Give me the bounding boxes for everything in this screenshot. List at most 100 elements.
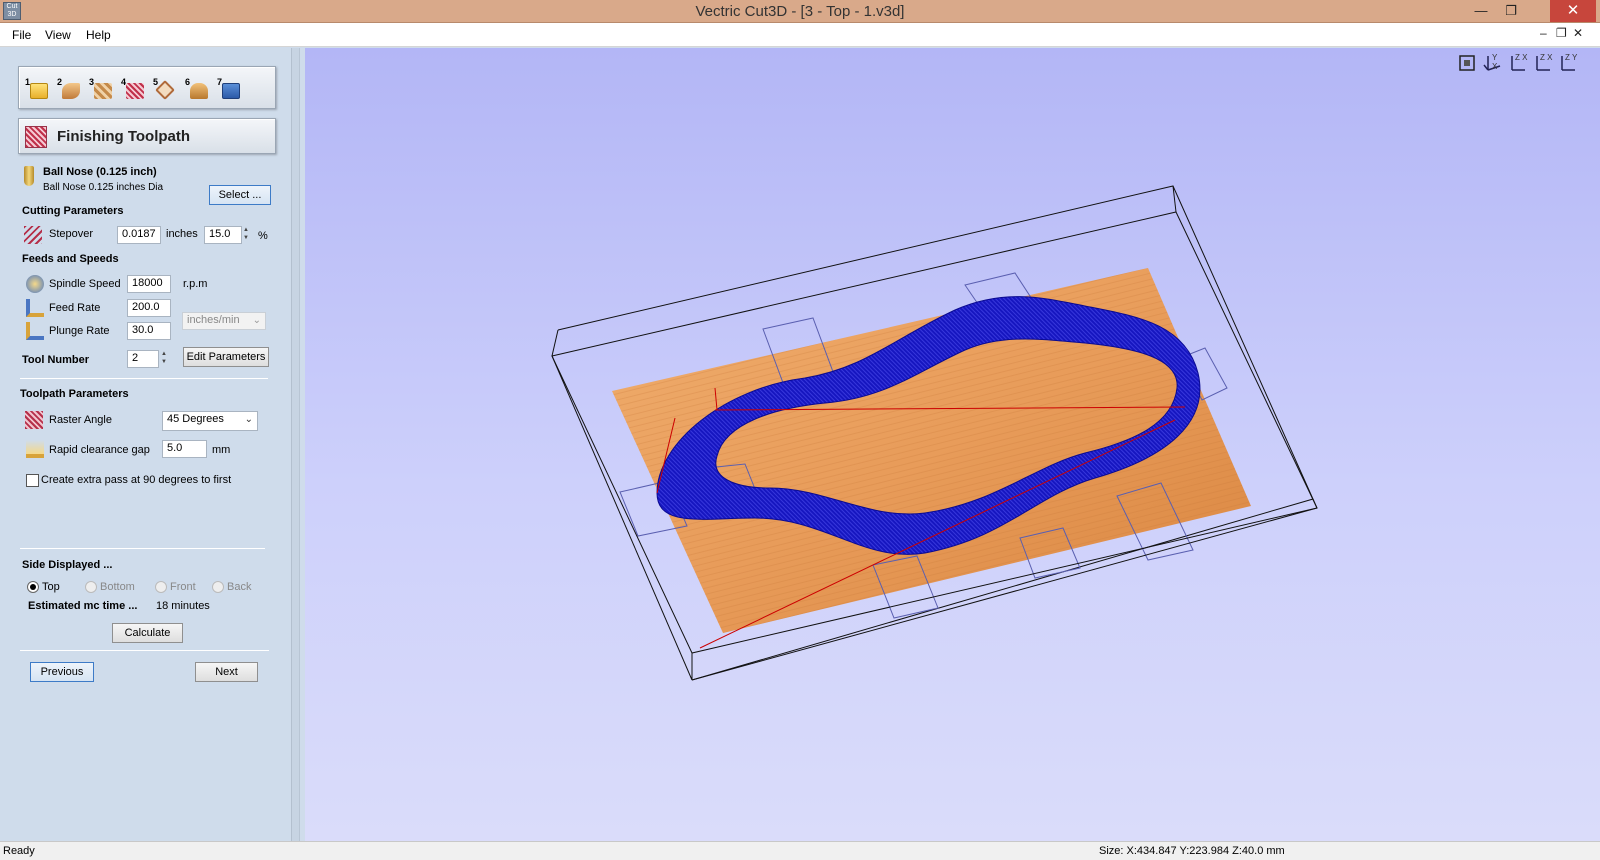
stepover-label: Stepover xyxy=(49,228,94,240)
menu-bar: File View Help – ❐ ✕ xyxy=(0,23,1600,47)
estimated-time-value: 18 minutes xyxy=(156,600,210,612)
minimize-button[interactable]: — xyxy=(1466,0,1496,22)
mdi-restore-button[interactable]: ❐ xyxy=(1556,26,1567,40)
cutout-toolpath-icon xyxy=(155,80,175,100)
step-number: 2 xyxy=(57,77,63,87)
side-bottom-radio xyxy=(85,581,97,593)
wizard-panel: 1 2 3 4 5 6 7 Finishing Toolpath Ball No… xyxy=(0,48,300,841)
feed-rate-input[interactable]: 200.0 xyxy=(127,299,171,317)
tool-number-input[interactable]: 2 xyxy=(127,350,159,368)
side-top-radio[interactable] xyxy=(27,581,39,593)
ball-nose-tool-icon xyxy=(24,166,34,186)
select-tool-button[interactable]: Select ... xyxy=(209,185,271,205)
orient-model-icon xyxy=(62,83,80,99)
finishing-toolpath-icon xyxy=(25,126,47,148)
view-toolbar: Y X Z X Z X Z Y xyxy=(1457,53,1582,77)
step-6-preview-icon[interactable]: 6 xyxy=(185,77,211,103)
side-back-label: Back xyxy=(227,581,252,593)
plunge-rate-label: Plunge Rate xyxy=(49,325,110,337)
folder-icon xyxy=(30,83,48,99)
finishing-toolpath-header: Finishing Toolpath xyxy=(18,118,276,154)
next-button[interactable]: Next xyxy=(195,662,258,682)
divider xyxy=(20,650,269,651)
step-3-roughing-icon[interactable]: 3 xyxy=(89,77,115,103)
tool-description: Ball Nose 0.125 inches Dia xyxy=(43,182,164,193)
iso-view-icon[interactable]: Y X xyxy=(1482,53,1504,75)
extra-pass-label: Create extra pass at 90 degrees to first xyxy=(41,474,232,486)
panel-splitter[interactable] xyxy=(291,48,299,841)
preview-toolpath-icon xyxy=(190,83,208,99)
plunge-rate-input[interactable]: 30.0 xyxy=(127,322,171,340)
cut3d-window: Cut 3D Vectric Cut3D - [3 - Top - 1.v3d]… xyxy=(0,0,1600,860)
tool-name: Ball Nose (0.125 inch) xyxy=(43,166,157,178)
calculate-button[interactable]: Calculate xyxy=(112,623,183,643)
rapid-clearance-unit: mm xyxy=(212,444,231,456)
roughing-toolpath-icon xyxy=(94,83,112,99)
window-title: Vectric Cut3D - [3 - Top - 1.v3d] xyxy=(695,3,905,20)
tool-number-label: Tool Number xyxy=(22,354,90,366)
3d-scene xyxy=(551,185,1318,681)
step-toolbar: 1 2 3 4 5 6 7 xyxy=(18,66,276,109)
rapid-clearance-icon xyxy=(26,440,44,458)
stepover-percent-spinner[interactable]: ▲ ▼ xyxy=(240,226,252,244)
mdi-minimize-button[interactable]: – xyxy=(1540,26,1547,40)
front-view-icon[interactable]: Z X xyxy=(1532,53,1554,75)
step-7-save-icon[interactable]: 7 xyxy=(217,77,243,103)
toolpath-parameters-heading: Toolpath Parameters xyxy=(20,388,129,400)
menu-view[interactable]: View xyxy=(45,28,71,42)
raster-angle-label: Raster Angle xyxy=(49,414,112,426)
step-number: 5 xyxy=(153,77,159,87)
rate-units-select: inches/min ⌄ xyxy=(182,312,266,330)
menu-help[interactable]: Help xyxy=(86,28,111,42)
spindle-speed-input[interactable]: 18000 xyxy=(127,275,171,293)
step-4-finishing-icon[interactable]: 4 xyxy=(121,77,147,103)
tool-number-spinner[interactable]: ▲ ▼ xyxy=(158,350,170,368)
extra-pass-checkbox[interactable] xyxy=(26,474,39,487)
stepover-unit: inches xyxy=(166,228,198,240)
side-view-label: Z Y xyxy=(1565,53,1578,62)
plunge-rate-icon xyxy=(26,322,44,340)
panel-title: Finishing Toolpath xyxy=(57,128,191,145)
spindle-speed-label: Spindle Speed xyxy=(49,278,121,290)
edit-parameters-button[interactable]: Edit Parameters xyxy=(183,347,269,367)
rate-units-value: inches/min xyxy=(187,314,240,326)
top-view-icon[interactable]: Z X xyxy=(1507,53,1529,75)
feed-rate-icon xyxy=(26,299,44,317)
chevron-down-icon: ⌄ xyxy=(244,414,253,425)
side-front-label: Front xyxy=(170,581,196,593)
raster-angle-select[interactable]: 45 Degrees ⌄ xyxy=(162,411,258,431)
save-toolpath-icon xyxy=(222,83,240,99)
fit-view-icon[interactable] xyxy=(1457,53,1479,75)
percent-sign: % xyxy=(258,230,268,242)
menu-file[interactable]: File xyxy=(12,28,31,42)
step-2-orient-icon[interactable]: 2 xyxy=(57,77,83,103)
restore-button[interactable]: ❐ xyxy=(1496,0,1526,22)
chevron-down-icon: ⌄ xyxy=(252,315,261,326)
estimated-time-label: Estimated mc time ... xyxy=(28,600,138,612)
3d-viewport[interactable]: Y X Z X Z X Z Y xyxy=(305,48,1600,841)
raster-angle-value: 45 Degrees xyxy=(167,413,224,425)
stepover-percent-input[interactable]: 15.0 xyxy=(204,226,242,244)
divider xyxy=(20,548,265,549)
rapid-clearance-label: Rapid clearance gap xyxy=(49,444,150,456)
iso-view-label: Y X xyxy=(1492,53,1498,71)
side-view-icon[interactable]: Z Y xyxy=(1557,53,1579,75)
close-button[interactable]: ✕ xyxy=(1550,0,1596,22)
divider xyxy=(20,378,268,379)
mdi-close-button[interactable]: ✕ xyxy=(1573,26,1583,40)
front-view-label: Z X xyxy=(1540,53,1553,62)
stepover-input[interactable]: 0.0187 xyxy=(117,226,161,244)
side-front-radio xyxy=(155,581,167,593)
rapid-clearance-input[interactable]: 5.0 xyxy=(162,440,207,458)
feed-rate-label: Feed Rate xyxy=(49,302,101,314)
previous-button[interactable]: Previous xyxy=(30,662,94,682)
step-number: 6 xyxy=(185,77,191,87)
status-ready: Ready xyxy=(3,845,35,857)
title-bar: Cut 3D Vectric Cut3D - [3 - Top - 1.v3d]… xyxy=(0,0,1600,23)
spindle-speed-unit: r.p.m xyxy=(183,278,208,290)
spindle-speed-icon xyxy=(26,275,44,293)
step-5-cutout-icon[interactable]: 5 xyxy=(153,77,179,103)
step-1-open-icon[interactable]: 1 xyxy=(25,77,51,103)
stepover-icon xyxy=(24,226,42,244)
cutting-parameters-heading: Cutting Parameters xyxy=(22,205,124,217)
